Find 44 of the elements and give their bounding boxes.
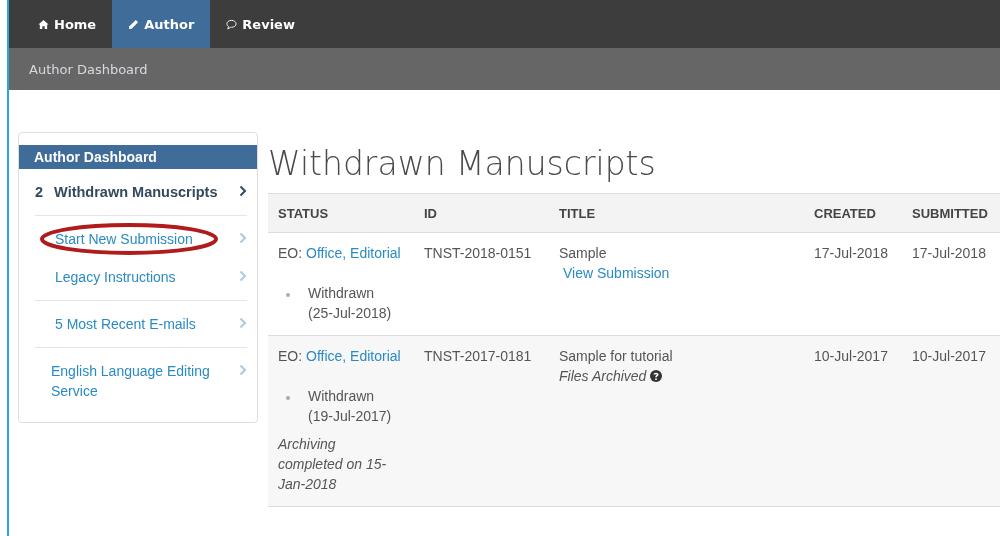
chevron-right-icon: [239, 185, 247, 197]
chevron-right-icon: [239, 364, 247, 376]
status-text: Withdrawn (19-Jul-2017): [308, 387, 393, 426]
help-icon[interactable]: [650, 370, 663, 382]
sidebar-item[interactable]: 5 Most Recent E-mails: [35, 305, 247, 343]
speech-bubble-icon: [226, 18, 238, 30]
nav-tab[interactable]: Home: [22, 0, 113, 48]
bullet-icon: [286, 396, 290, 400]
sidebar-item[interactable]: English Language Editing Service: [35, 352, 247, 410]
column-header: SUBMITTED: [902, 193, 1000, 233]
editor-link[interactable]: Office, Editorial: [306, 348, 401, 364]
files-archived-text: Files Archived: [559, 368, 647, 384]
manuscript-title: Sample for tutorial: [559, 348, 673, 364]
status-prefix: EO:: [278, 245, 303, 261]
sidebar-item[interactable]: 2 Withdrawn Manuscripts: [35, 173, 247, 211]
sidebar-item[interactable]: Start New Submission: [35, 220, 247, 258]
manuscript-id: TNST-2017-0181: [424, 348, 532, 364]
column-header: STATUS: [268, 193, 414, 233]
page-title: Withdrawn Manuscripts: [268, 144, 657, 183]
breadcrumb: Author Dashboard: [29, 61, 148, 77]
column-header: TITLE: [549, 193, 804, 233]
created-date: 17-Jul-2018: [814, 245, 888, 261]
archive-note: Archiving completed on 15-Jan-2018: [278, 435, 388, 494]
pencil-icon: [128, 18, 140, 30]
chevron-right-icon: [239, 270, 247, 282]
sidebar-item[interactable]: Legacy Instructions: [35, 258, 247, 296]
manuscript-id: TNST-2018-0151: [424, 245, 532, 261]
nav-tab[interactable]: Author: [112, 0, 211, 48]
view-submission-link[interactable]: View Submission: [563, 265, 670, 281]
chevron-right-icon: [239, 232, 247, 244]
bullet-icon: [286, 293, 290, 297]
column-header: ID: [414, 193, 549, 233]
status-prefix: EO:: [278, 348, 303, 364]
editor-link[interactable]: Office, Editorial: [306, 245, 401, 261]
created-date: 10-Jul-2017: [814, 348, 888, 364]
home-icon: [38, 18, 49, 30]
sidebar-title: Author Dashboard: [19, 145, 257, 169]
manuscript-title: Sample: [559, 245, 607, 261]
status-text: Withdrawn (25-Jul-2018): [308, 284, 393, 323]
chevron-right-icon: [239, 317, 247, 329]
nav-tab[interactable]: Review: [210, 0, 311, 48]
submitted-date: 17-Jul-2018: [912, 245, 986, 261]
submitted-date: 10-Jul-2017: [912, 348, 986, 364]
column-header: CREATED: [804, 193, 902, 233]
